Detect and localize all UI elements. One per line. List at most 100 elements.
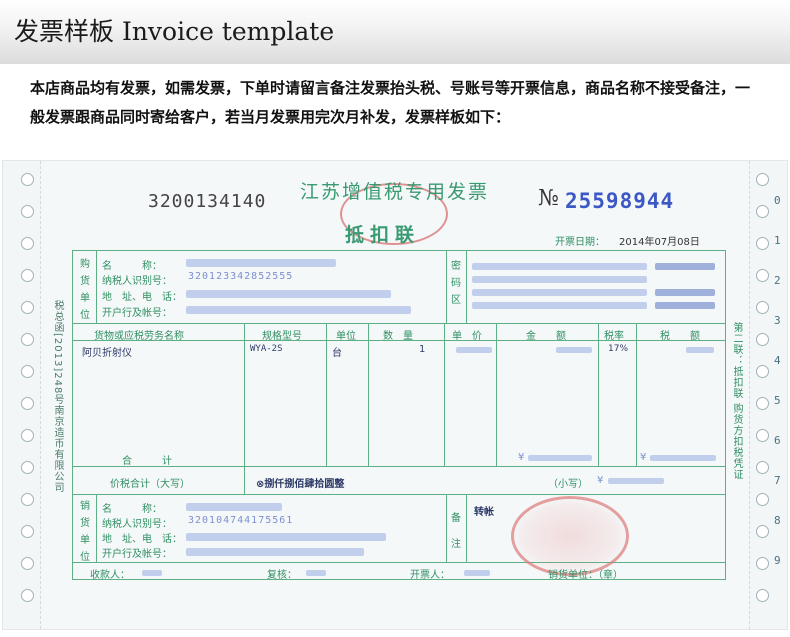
punch-hole-icon (21, 397, 34, 410)
subtotal-currency: ¥ (518, 452, 525, 463)
seller-section-label: 销 货 单 位 (80, 501, 90, 563)
item-qty: 1 (419, 344, 426, 355)
drawer-name (464, 570, 490, 576)
invoice-number: 25598944 (565, 189, 675, 213)
header-bar: 发票样板 Invoice template (0, 0, 790, 64)
left-tractor-strip (3, 161, 41, 629)
divider (496, 323, 497, 466)
cipher-code (472, 302, 647, 309)
strip-digit: 5 (774, 394, 781, 407)
page-title: 发票样板 Invoice template (14, 17, 335, 46)
divider (96, 494, 97, 562)
remark-label: 备 注 (451, 513, 461, 550)
buyer-tax-id-label: 纳税人识别号： (102, 276, 172, 287)
punch-hole-icon (21, 525, 34, 538)
subtotal-tax (650, 455, 716, 461)
drawer-label: 开票人： (410, 570, 450, 581)
strip-digit: 7 (774, 474, 781, 487)
subtotal-amount (528, 455, 592, 461)
punch-hole-icon (21, 589, 34, 602)
item-tax (686, 347, 714, 353)
cipher-code (472, 263, 647, 270)
divider (466, 494, 467, 562)
punch-hole-icon (756, 333, 769, 346)
right-tractor-strip: 0 1 2 3 4 5 6 7 8 9 (749, 161, 787, 629)
strip-digit: 8 (774, 514, 781, 527)
total-small-label: （小写） (548, 479, 588, 490)
item-amount (556, 347, 592, 353)
total-currency: ¥ (597, 475, 604, 486)
punch-hole-icon (21, 365, 34, 378)
punch-hole-icon (21, 333, 34, 346)
punch-hole-icon (21, 429, 34, 442)
col-tax-header: 税 额 (660, 331, 700, 342)
divider (636, 323, 637, 466)
strip-digit: 1 (774, 234, 781, 247)
item-spec: WYA-2S (250, 344, 283, 354)
cipher-code (655, 263, 715, 270)
divider (446, 494, 447, 562)
seller-bank-label: 开户行及帐号： (102, 549, 172, 560)
issue-date-value: 2014年07月08日 (619, 237, 700, 248)
buyer-address-label: 地 址、电 话： (102, 292, 182, 303)
total-amount (608, 478, 664, 484)
divider (96, 250, 97, 323)
seller-invoice-stamp (511, 496, 629, 576)
punch-hole-icon (756, 301, 769, 314)
col-tax-rate-header: 税率 (604, 331, 624, 342)
divider (326, 323, 327, 466)
col-price-header: 单 价 (452, 331, 482, 342)
punch-hole-icon (756, 493, 769, 506)
punch-hole-icon (756, 269, 769, 282)
cipher-code (655, 289, 715, 296)
buyer-name-label: 名 称： (102, 261, 162, 272)
divider (244, 323, 245, 466)
total-words-label: 价税合计（大写） (110, 479, 190, 490)
issue-date-label: 开票日期： (555, 237, 605, 248)
punch-hole-icon (21, 269, 34, 282)
punch-hole-icon (21, 173, 34, 186)
punch-hole-icon (756, 429, 769, 442)
punch-hole-icon (21, 205, 34, 218)
subtotal-tax-currency: ¥ (640, 452, 647, 463)
punch-hole-icon (756, 461, 769, 474)
buyer-section-label: 购 货 单 位 (80, 259, 90, 321)
remark-value: 转帐 (474, 507, 494, 518)
reviewer-name (306, 570, 326, 576)
payee-label: 收款人： (90, 570, 130, 581)
strip-digit: 0 (774, 194, 781, 207)
reviewer-label: 复核： (267, 570, 297, 581)
seller-name-value (186, 503, 282, 511)
seller-seal-label: 销货单位：（章） (548, 570, 623, 581)
cipher-code (472, 289, 647, 296)
total-in-words: ⊗捌仟捌佰肆拾圆整 (256, 479, 345, 490)
divider (368, 323, 369, 466)
punch-hole-icon (21, 461, 34, 474)
punch-hole-icon (756, 525, 769, 538)
buyer-bank-label: 开户行及帐号： (102, 308, 172, 319)
seller-tax-id-value: 320104744175561 (188, 515, 294, 526)
divider (598, 323, 599, 466)
punch-hole-icon (21, 237, 34, 250)
divider (446, 250, 447, 323)
cipher-code (655, 302, 715, 309)
number-symbol: № (538, 186, 559, 211)
col-goods-header: 货物或应税劳务名称 (94, 331, 184, 342)
seller-bank-value (186, 548, 364, 556)
punch-hole-icon (756, 237, 769, 250)
item-goods-name: 阿贝折射仪 (82, 348, 132, 359)
divider (72, 562, 726, 563)
cipher-area-label: 密 码 区 (451, 261, 461, 306)
col-spec-header: 规格型号 (262, 331, 302, 342)
notice-text: 本店商品均有发票，如需发票，下单时请留言备注发票抬头税、号账号等开票信息，商品名… (30, 79, 751, 126)
divider (444, 323, 445, 466)
strip-digit: 3 (774, 314, 781, 327)
punch-hole-icon (756, 173, 769, 186)
punch-hole-icon (756, 397, 769, 410)
punch-hole-icon (21, 557, 34, 570)
punch-hole-icon (756, 557, 769, 570)
payee-name (142, 570, 162, 576)
punch-hole-icon (756, 365, 769, 378)
seller-address-label: 地 址、电 话： (102, 534, 182, 545)
buyer-address-value (186, 290, 391, 298)
